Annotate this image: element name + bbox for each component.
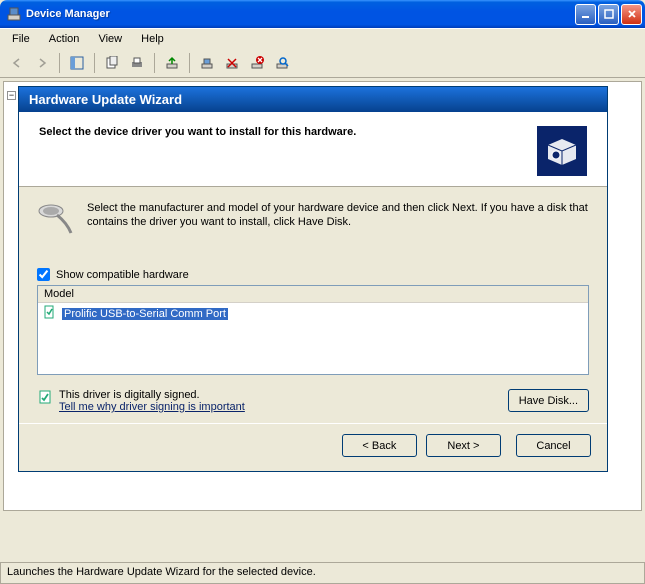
print-button[interactable] [126, 52, 148, 74]
menu-view[interactable]: View [90, 31, 130, 47]
signed-text: This driver is digitally signed. [59, 389, 508, 401]
menu-help[interactable]: Help [133, 31, 172, 47]
wizard-heading: Select the device driver you want to ins… [39, 126, 537, 138]
toolbar-separator [59, 53, 60, 73]
nav-back-button [6, 52, 28, 74]
nav-forward-button [31, 52, 53, 74]
window-title: Device Manager [26, 8, 573, 20]
port-icon [37, 201, 77, 238]
menu-bar: File Action View Help [0, 28, 645, 49]
have-disk-button[interactable]: Have Disk... [508, 389, 589, 412]
toolbar [0, 49, 645, 78]
hardware-update-wizard: Hardware Update Wizard Select the device… [18, 86, 608, 472]
show-hide-tree-button[interactable] [66, 52, 88, 74]
model-list-item[interactable]: Prolific USB-to-Serial Comm Port [38, 303, 588, 324]
show-compatible-label: Show compatible hardware [56, 269, 189, 281]
cancel-button[interactable]: Cancel [516, 434, 591, 457]
menu-action[interactable]: Action [41, 31, 88, 47]
driver-box-icon [537, 126, 587, 176]
menu-file[interactable]: File [4, 31, 38, 47]
toolbar-separator [94, 53, 95, 73]
back-button[interactable]: < Back [342, 434, 417, 457]
model-list-header[interactable]: Model [38, 286, 588, 303]
model-item-label: Prolific USB-to-Serial Comm Port [62, 308, 228, 320]
toolbar-separator [154, 53, 155, 73]
wizard-button-bar: < Back Next > Cancel [19, 423, 607, 471]
window-titlebar: Device Manager [0, 0, 645, 28]
update-driver-button[interactable] [161, 52, 183, 74]
wizard-title: Hardware Update Wizard [19, 87, 607, 112]
app-icon [6, 6, 22, 22]
disable-button[interactable] [221, 52, 243, 74]
minimize-button[interactable] [575, 4, 596, 25]
driver-signing-link[interactable]: Tell me why driver signing is important [59, 401, 245, 413]
next-button[interactable]: Next > [426, 434, 501, 457]
maximize-button[interactable] [598, 4, 619, 25]
status-text: Launches the Hardware Update Wizard for … [7, 566, 316, 578]
toolbar-separator [189, 53, 190, 73]
signed-driver-icon [42, 304, 58, 323]
show-compatible-checkbox[interactable] [37, 268, 50, 281]
close-button[interactable] [621, 4, 642, 25]
model-listbox[interactable]: Model Prolific USB-to-Serial Comm Port [37, 285, 589, 375]
properties-button[interactable] [101, 52, 123, 74]
wizard-instructions: Select the manufacturer and model of you… [87, 201, 589, 238]
scan-hardware-button[interactable] [271, 52, 293, 74]
status-bar: Launches the Hardware Update Wizard for … [0, 562, 645, 584]
collapse-icon[interactable]: − [7, 91, 16, 100]
uninstall-button[interactable] [246, 52, 268, 74]
enable-button[interactable] [196, 52, 218, 74]
device-tree: − PEQUENA Hardware Update Wizard Select … [3, 81, 642, 511]
certificate-icon [37, 389, 59, 410]
